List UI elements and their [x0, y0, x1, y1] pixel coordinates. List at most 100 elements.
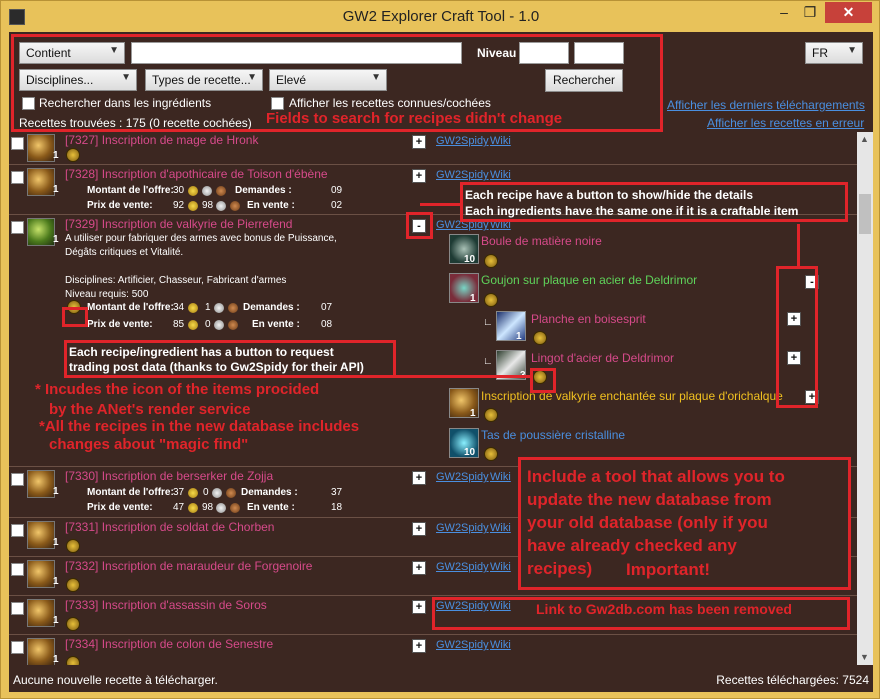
silver-coin-icon: [216, 201, 226, 211]
on-sale-value: 18: [331, 502, 343, 513]
wiki-link[interactable]: Wiki: [490, 522, 511, 534]
copper-coin-icon: [230, 201, 240, 211]
gw2spidy-link[interactable]: GW2Spidy: [436, 639, 489, 651]
expand-button[interactable]: +: [412, 522, 426, 536]
offer-gold: 30: [173, 185, 185, 196]
expand-button[interactable]: +: [412, 169, 426, 183]
copper-coin-icon: [226, 488, 236, 498]
wiki-link[interactable]: Wiki: [490, 169, 511, 181]
recipe-level: Niveau requis: 500: [65, 289, 149, 300]
recipe-checkbox[interactable]: [11, 524, 24, 537]
annotation-connector: [797, 224, 800, 266]
trading-post-icon[interactable]: [484, 293, 498, 307]
annotation-icons-1: * Incudes the icon of the items procided: [35, 381, 320, 398]
recipe-checkbox[interactable]: [11, 641, 24, 654]
annotation-details-2: Each ingredients have the same one if it…: [465, 204, 799, 218]
annotation-update-5: recipes): [527, 559, 593, 578]
offer-gold: 34: [173, 302, 185, 313]
gw2spidy-link[interactable]: GW2Spidy: [436, 471, 489, 483]
recipe-name: [7329] Inscription de valkyrie de Pierre…: [65, 217, 293, 231]
recipe-icon: [27, 560, 55, 588]
title-bar[interactable]: GW2 Explorer Craft Tool - 1.0 – ❐ ✕: [1, 1, 880, 33]
annotation-connector: [420, 203, 462, 206]
expand-button[interactable]: +: [412, 600, 426, 614]
recipe-quantity: 1: [53, 615, 59, 626]
ingredient-quantity: 10: [464, 254, 476, 265]
vertical-scrollbar[interactable]: ▲ ▼: [857, 132, 873, 665]
recipe-row[interactable]: 1 [7334] Inscription de colon de Senestr…: [9, 636, 857, 665]
error-recipes-link[interactable]: Afficher les recettes en erreur: [707, 116, 864, 130]
expand-button[interactable]: +: [412, 639, 426, 653]
recipe-checkbox[interactable]: [11, 563, 24, 576]
gw2spidy-link[interactable]: GW2Spidy: [436, 561, 489, 573]
recipe-checkbox[interactable]: [11, 602, 24, 615]
expand-button[interactable]: +: [412, 135, 426, 149]
offer-gold: 37: [173, 487, 185, 498]
wiki-link[interactable]: Wiki: [490, 561, 511, 573]
ingredient-name: Planche en boisesprit: [531, 312, 646, 326]
annotation-highlight-ingredient-tp: [530, 368, 556, 393]
trading-post-icon[interactable]: [533, 331, 547, 345]
recipe-quantity: 1: [53, 234, 59, 245]
gold-coin-icon: [188, 503, 198, 513]
annotation-gw2db: Link to Gw2db.com has been removed: [536, 601, 792, 617]
gw2spidy-link[interactable]: GW2Spidy: [436, 522, 489, 534]
trading-post-icon[interactable]: [66, 617, 80, 631]
language-select[interactable]: FR ▼: [805, 42, 863, 64]
trading-post-icon[interactable]: [66, 539, 80, 553]
copper-coin-icon: [228, 303, 238, 313]
trading-post-icon[interactable]: [66, 578, 80, 592]
recipe-icon: [27, 599, 55, 627]
trading-post-icon[interactable]: [484, 254, 498, 268]
trading-post-icon[interactable]: [66, 656, 80, 665]
scrollbar-thumb[interactable]: [859, 194, 871, 234]
close-button[interactable]: ✕: [825, 2, 872, 23]
gw2spidy-link[interactable]: GW2Spidy: [436, 169, 489, 181]
expand-button[interactable]: +: [412, 471, 426, 485]
annotation-tp-1: Each recipe/ingredient has a button to r…: [69, 345, 334, 359]
trading-post-icon[interactable]: [484, 447, 498, 461]
wiki-link[interactable]: Wiki: [490, 471, 511, 483]
demands-value: 09: [331, 185, 343, 196]
wiki-link[interactable]: Wiki: [490, 639, 511, 651]
minimize-button[interactable]: –: [771, 2, 797, 23]
recipe-checkbox[interactable]: [11, 473, 24, 486]
recipe-row[interactable]: 1 [7327] Inscription de mage de Hronk + …: [9, 132, 857, 165]
copper-coin-icon: [228, 320, 238, 330]
wiki-link[interactable]: Wiki: [490, 135, 511, 147]
annotation-details-1: Each recipe have a button to show/hide t…: [465, 188, 754, 202]
tree-branch-icon: ∟: [483, 317, 493, 328]
annotation-important: Important!: [626, 560, 711, 579]
maximize-button[interactable]: ❐: [797, 2, 823, 23]
scroll-up-icon[interactable]: ▲: [860, 134, 869, 144]
annotation-box-ingredient-buttons: [776, 266, 818, 408]
recipe-checkbox[interactable]: [11, 221, 24, 234]
annotation-magic-find-2: changes about "magic find": [49, 436, 249, 453]
sell-label: Prix de vente:: [87, 319, 153, 330]
status-right: Recettes téléchargées: 7524: [716, 673, 869, 687]
recipe-disciplines: Disciplines: Artificier, Chasseur, Fabri…: [65, 275, 287, 286]
recipe-icon: [27, 218, 55, 246]
sell-silver: 98: [202, 200, 214, 211]
recipe-name: [7331] Inscription de soldat de Chorben: [65, 520, 275, 534]
gold-coin-icon: [188, 186, 198, 196]
offer-label: Montant de l'offre:: [87, 185, 174, 196]
trading-post-icon[interactable]: [484, 408, 498, 422]
silver-coin-icon: [202, 186, 212, 196]
annotation-highlight-tp: [62, 307, 88, 327]
trading-post-icon[interactable]: [66, 148, 80, 162]
ingredient-name: Inscription de valkyrie enchantée sur pl…: [481, 389, 783, 403]
latest-downloads-link[interactable]: Afficher les derniers téléchargements: [667, 98, 865, 112]
recipe-checkbox[interactable]: [11, 137, 24, 150]
expand-button[interactable]: +: [412, 561, 426, 575]
status-left: Aucune nouvelle recette à télécharger.: [13, 673, 218, 687]
on-sale-value: 08: [321, 319, 333, 330]
recipe-checkbox[interactable]: [11, 171, 24, 184]
ingredient-quantity: 10: [464, 447, 476, 458]
recipe-icon: [27, 470, 55, 498]
annotation-connector: [372, 375, 530, 378]
gold-coin-icon: [188, 488, 198, 498]
gw2spidy-link[interactable]: GW2Spidy: [436, 135, 489, 147]
scroll-down-icon[interactable]: ▼: [860, 652, 869, 662]
ingredient-name: Lingot d'acier de Deldrimor: [531, 351, 675, 365]
